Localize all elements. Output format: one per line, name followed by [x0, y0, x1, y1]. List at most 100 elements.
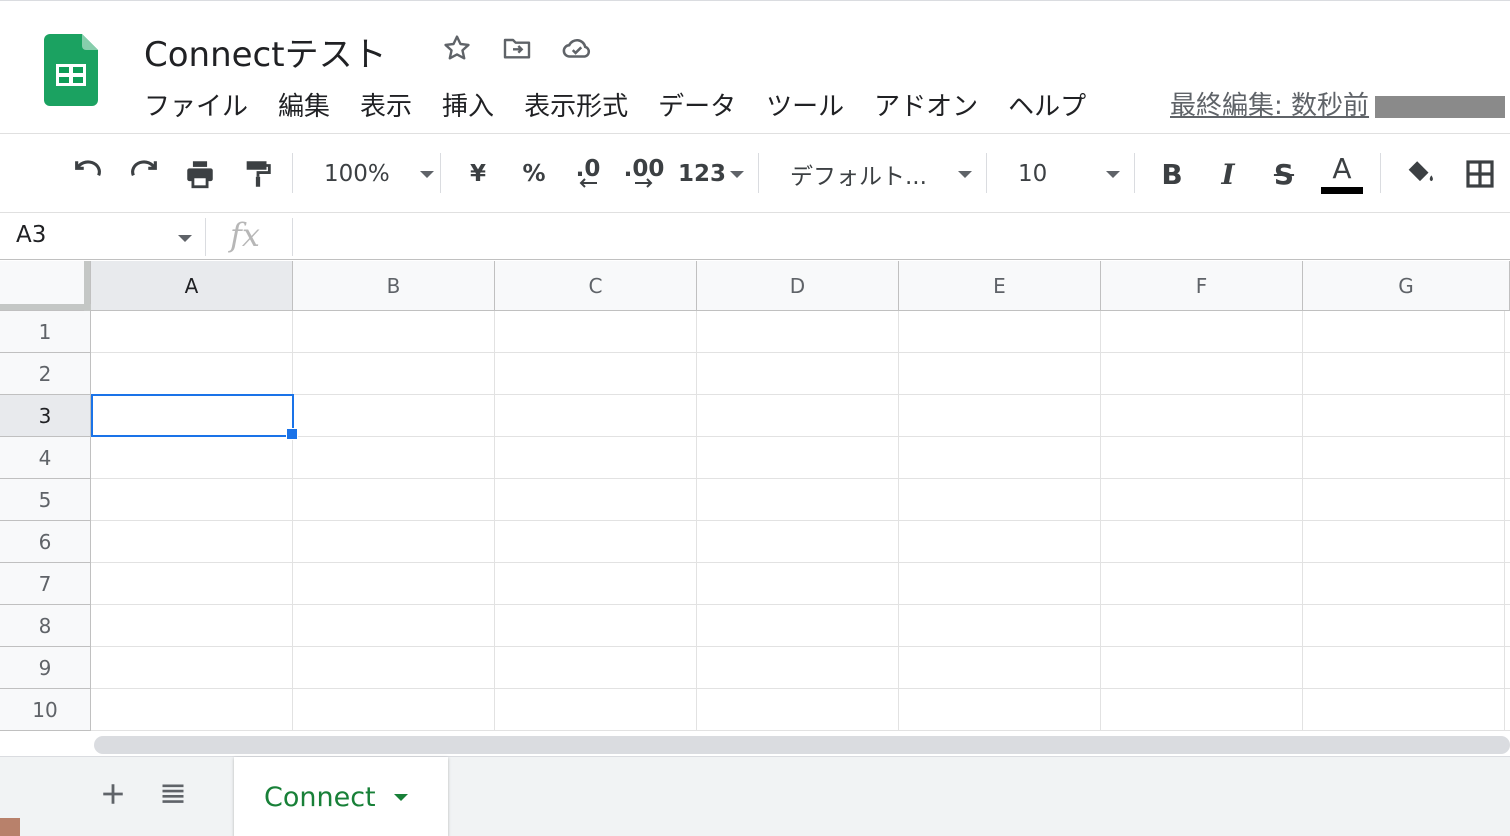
grid-line [494, 311, 495, 731]
grid-line [1100, 311, 1101, 731]
menu-help[interactable]: ヘルプ [1008, 87, 1086, 127]
menu-view[interactable]: 表示 [360, 87, 412, 127]
add-sheet-button[interactable] [96, 777, 130, 811]
chevron-down-icon[interactable] [178, 235, 192, 242]
grid-line [292, 311, 293, 731]
zoom-select[interactable]: 100% [316, 151, 434, 197]
column-header-d[interactable]: D [697, 261, 899, 311]
print-icon [187, 161, 213, 189]
last-edit-text: 最終編集: 数秒前 [1170, 91, 1370, 121]
grid-line [91, 730, 1510, 731]
fill-color-button[interactable] [1398, 151, 1442, 197]
font-size-value: 10 [1018, 161, 1048, 187]
row-header-8[interactable]: 8 [0, 605, 91, 647]
menu-edit[interactable]: 編集 [278, 87, 330, 127]
fill-color-icon [1408, 161, 1433, 182]
toolbar-separator [292, 153, 293, 193]
font-size-select[interactable]: 10 [1014, 151, 1120, 197]
move-to-folder-icon[interactable] [500, 31, 534, 65]
menu-format[interactable]: 表示形式 [524, 87, 628, 127]
print-button[interactable] [178, 151, 222, 197]
format-currency-button[interactable]: ¥ [460, 151, 496, 197]
column-header-b[interactable]: B [293, 261, 495, 311]
grid-line [91, 520, 1510, 521]
grid-line [91, 478, 1510, 479]
grid-line [898, 311, 899, 731]
decrease-decimal-button[interactable]: .0 [566, 151, 610, 197]
chevron-down-icon [420, 170, 434, 178]
row-header-4[interactable]: 4 [0, 437, 91, 479]
redo-button[interactable] [122, 151, 166, 197]
menu-addons[interactable]: アドオン [874, 87, 978, 127]
format-percent-button[interactable]: % [516, 151, 552, 197]
arrow-left-icon [579, 178, 597, 188]
row-header-3[interactable]: 3 [0, 395, 91, 437]
more-formats-button[interactable]: 123 [678, 151, 745, 197]
grid-line [1504, 311, 1505, 731]
menu-file[interactable]: ファイル [144, 87, 248, 127]
row-header-7[interactable]: 7 [0, 563, 91, 605]
fx-icon: fx [230, 216, 260, 254]
row-header-2[interactable]: 2 [0, 353, 91, 395]
formula-separator [205, 218, 206, 256]
sheet-tab-connect[interactable]: Connect [234, 757, 448, 836]
borders-button[interactable] [1458, 151, 1502, 197]
toolbar-separator [986, 153, 987, 193]
chevron-down-icon [730, 170, 745, 178]
all-sheets-button[interactable] [156, 777, 190, 811]
grid-line [91, 394, 1510, 395]
horizontal-scrollbar[interactable] [94, 736, 1510, 754]
borders-icon [1466, 160, 1494, 188]
strikethrough-button[interactable]: S [1264, 151, 1304, 197]
document-title[interactable]: Connectテスト [144, 27, 387, 76]
chevron-down-icon[interactable] [393, 793, 408, 801]
last-edit-link[interactable]: 最終編集: 数秒前 [1170, 85, 1510, 122]
column-header-g[interactable]: G [1303, 261, 1510, 311]
formula-bar: A3 fx [0, 214, 1510, 260]
bold-button[interactable]: B [1152, 151, 1192, 197]
column-header-a[interactable]: A [91, 261, 293, 311]
app-header: Connectテスト ファイル 編集 表示 挿入 表示形式 データ ツール アド… [0, 0, 1510, 134]
grid-line [91, 688, 1510, 689]
freeze-rows-handle[interactable] [0, 304, 91, 310]
sheet-tab-label: Connect [264, 781, 376, 813]
column-header-c[interactable]: C [495, 261, 697, 311]
row-header-1[interactable]: 1 [0, 311, 91, 353]
row-header-5[interactable]: 5 [0, 479, 91, 521]
star-icon[interactable] [440, 31, 474, 65]
row-header-9[interactable]: 9 [0, 647, 91, 689]
selected-cell-a3[interactable] [91, 394, 294, 437]
italic-button[interactable]: I [1208, 151, 1248, 197]
redo-icon [131, 160, 157, 177]
cloud-saved-icon[interactable] [560, 31, 594, 65]
spreadsheet-grid: A B C D E F G 1 2 3 4 5 6 7 8 9 10 [0, 261, 1510, 736]
arrow-right-icon [635, 178, 653, 188]
fill-handle[interactable] [286, 428, 298, 440]
increase-decimal-button[interactable]: .00 [622, 151, 666, 197]
undo-button[interactable] [66, 151, 110, 197]
grid-line [91, 604, 1510, 605]
name-box[interactable]: A3 [16, 222, 46, 248]
grid-line [91, 436, 1510, 437]
menu-tools[interactable]: ツール [766, 87, 844, 127]
window-corner [0, 818, 20, 836]
sheets-logo-icon[interactable] [44, 34, 98, 106]
text-color-button[interactable]: A [1318, 151, 1366, 197]
font-family-select[interactable]: デフォルト... [790, 151, 972, 197]
paint-format-button[interactable] [236, 151, 280, 197]
plus-icon [103, 784, 123, 804]
row-header-10[interactable]: 10 [0, 689, 91, 731]
column-header-f[interactable]: F [1101, 261, 1303, 311]
formula-input[interactable] [300, 218, 1500, 256]
menu-insert[interactable]: 挿入 [442, 87, 494, 127]
undo-icon [75, 160, 101, 177]
toolbar-separator [1380, 153, 1381, 193]
text-color-swatch [1321, 186, 1363, 194]
toolbar: 100% ¥ % .0 .00 123 デフォルト... 10 B I S A [0, 135, 1510, 213]
select-all-corner[interactable] [0, 261, 91, 311]
row-header-6[interactable]: 6 [0, 521, 91, 563]
menu-data[interactable]: データ [658, 87, 736, 127]
column-header-e[interactable]: E [899, 261, 1101, 311]
chevron-down-icon [1106, 170, 1120, 178]
grid-line [91, 352, 1510, 353]
